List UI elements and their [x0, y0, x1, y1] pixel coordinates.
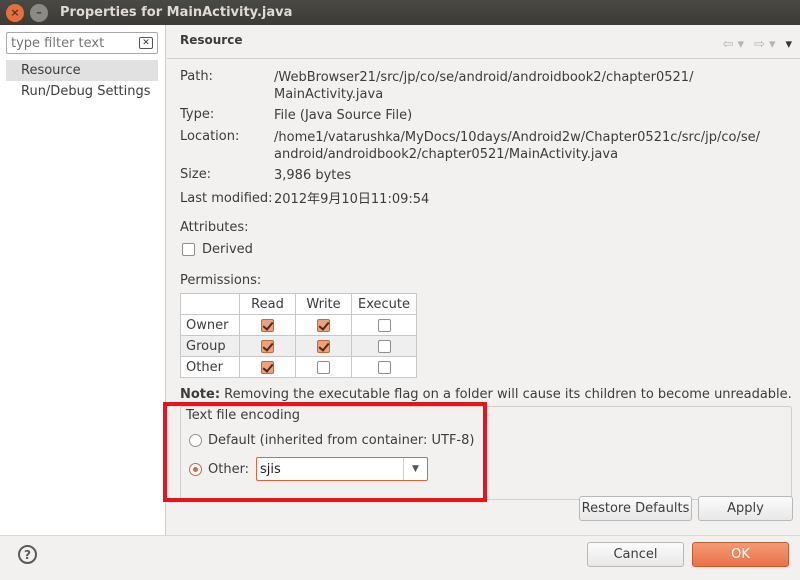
other-read-checkbox[interactable]: [261, 360, 274, 374]
last-modified-value: 2012年9月10日11:09:54: [274, 192, 430, 207]
help-icon[interactable]: ?: [18, 545, 37, 564]
filter-input[interactable]: [7, 33, 127, 53]
row-label-other: Other: [180, 356, 240, 378]
derived-label: Derived: [202, 242, 253, 257]
column-header-execute: Execute: [351, 293, 417, 315]
location-label: Location:: [180, 129, 240, 144]
sidebar: ✕ Resource Run/Debug Settings: [0, 25, 166, 535]
apply-button[interactable]: Apply: [698, 496, 793, 521]
sidebar-item-resource[interactable]: Resource: [6, 60, 158, 81]
history-nav: ⇦ ▾ ⇨ ▾ ▾: [723, 37, 792, 52]
owner-read-checkbox[interactable]: [261, 318, 274, 332]
permission-row-other: Other: [180, 356, 417, 378]
path-value-line-2: MainActivity.java: [274, 87, 384, 102]
highlight-annotation-box: [163, 402, 487, 502]
column-header-write: Write: [295, 293, 352, 315]
size-value: 3,986 bytes: [274, 168, 352, 183]
group-write-checkbox[interactable]: [317, 339, 330, 353]
minimize-icon: –: [36, 6, 42, 19]
path-value: /WebBrowser21/src/jp/co/se/android/andro…: [274, 69, 693, 103]
footer-divider: [0, 535, 800, 536]
filter-box: ✕: [6, 32, 158, 54]
forward-icon[interactable]: ⇨: [754, 37, 765, 52]
path-value-line-1: /WebBrowser21/src/jp/co/se/android/andro…: [274, 70, 694, 85]
close-window-button[interactable]: ×: [6, 3, 24, 22]
group-execute-checkbox[interactable]: [377, 339, 391, 353]
derived-checkbox-row[interactable]: Derived: [182, 242, 253, 257]
type-label: Type:: [180, 107, 215, 122]
sidebar-item-run-debug-settings[interactable]: Run/Debug Settings: [6, 81, 158, 102]
column-header-read: Read: [239, 293, 296, 315]
window-title: Properties for MainActivity.java: [60, 5, 293, 20]
other-execute-checkbox[interactable]: [377, 360, 391, 374]
derived-checkbox[interactable]: [182, 243, 195, 256]
attributes-label: Attributes:: [180, 220, 249, 235]
permissions-note: Note: Removing the executable flag on a …: [180, 387, 792, 402]
forward-menu-chevron-down-icon[interactable]: ▾: [769, 37, 776, 52]
owner-write-checkbox[interactable]: [317, 318, 330, 332]
permissions-table: Read Write Execute Owner Group Other: [180, 293, 417, 378]
title-bar: × – Properties for MainActivity.java: [0, 0, 800, 25]
page-title: Resource: [180, 33, 243, 47]
permission-row-group: Group: [180, 335, 417, 357]
clear-filter-icon[interactable]: ✕: [139, 37, 153, 49]
size-label: Size:: [180, 167, 212, 182]
restore-defaults-button[interactable]: Restore Defaults: [579, 496, 692, 521]
last-modified-label: Last modified:: [180, 191, 273, 206]
owner-execute-checkbox[interactable]: [377, 318, 391, 332]
note-bold-label: Note:: [180, 387, 221, 402]
view-menu-chevron-down-icon[interactable]: ▾: [785, 37, 792, 52]
location-value-line-1: /home1/vatarushka/MyDocs/10days/Android2…: [274, 130, 760, 145]
permissions-header-row: Read Write Execute: [180, 293, 417, 315]
back-menu-chevron-down-icon[interactable]: ▾: [738, 37, 745, 52]
close-icon: ×: [10, 6, 20, 19]
cancel-button[interactable]: Cancel: [587, 542, 684, 567]
header-divider: [167, 58, 800, 59]
group-read-checkbox[interactable]: [261, 339, 274, 353]
minimize-window-button[interactable]: –: [30, 3, 48, 22]
permissions-corner-cell: [180, 293, 240, 315]
location-value: /home1/vatarushka/MyDocs/10days/Android2…: [274, 129, 760, 163]
note-text: Removing the executable flag on a folder…: [220, 387, 792, 402]
path-label: Path:: [180, 69, 213, 84]
other-write-checkbox[interactable]: [317, 360, 330, 374]
ok-button[interactable]: OK: [692, 542, 789, 567]
back-icon[interactable]: ⇦: [723, 37, 734, 52]
permissions-label: Permissions:: [180, 273, 262, 288]
type-value: File (Java Source File): [274, 108, 413, 123]
permission-row-owner: Owner: [180, 314, 417, 336]
row-label-owner: Owner: [180, 314, 240, 336]
row-label-group: Group: [180, 335, 240, 357]
location-value-line-2: android/androidbook2/chapter0521/MainAct…: [274, 147, 619, 162]
